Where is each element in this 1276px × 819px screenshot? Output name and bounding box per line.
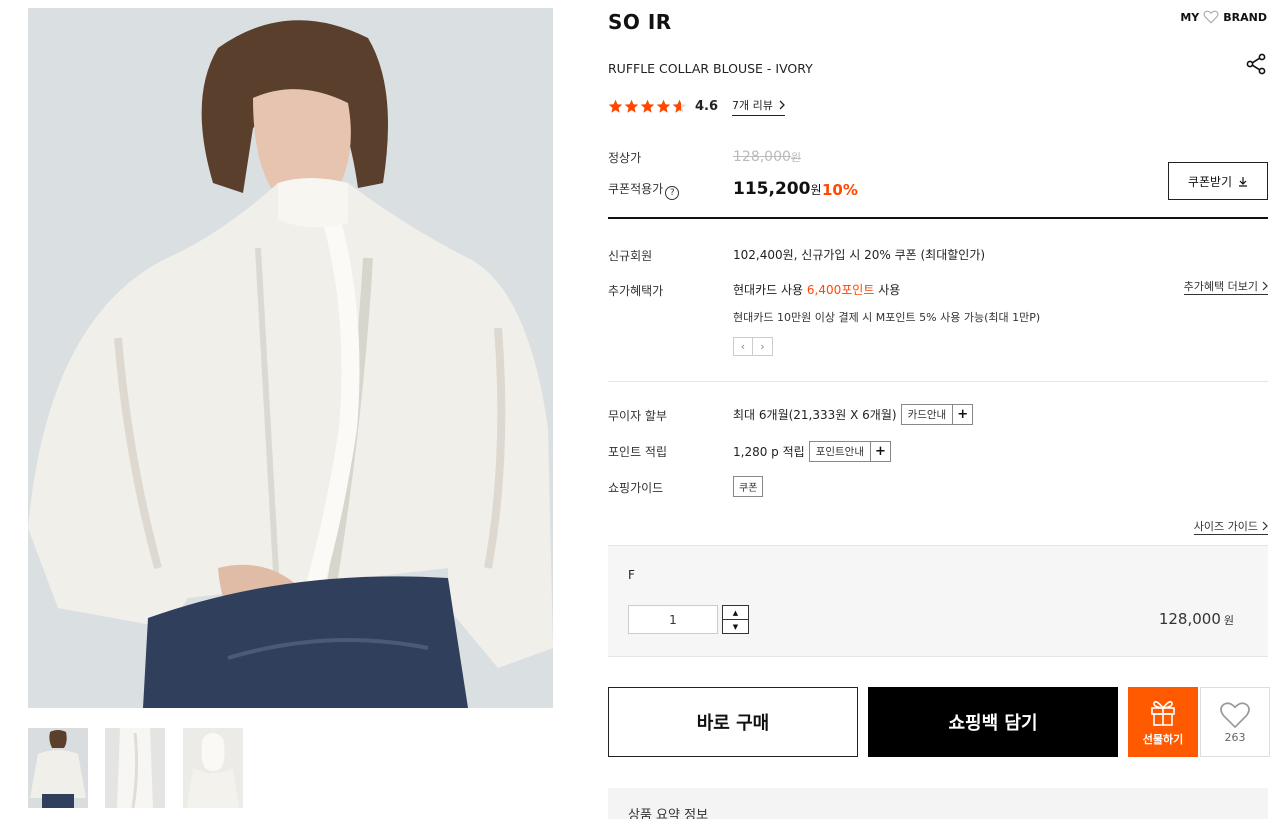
coupon-price-label: 쿠폰적용가? [608,180,680,200]
point-value: 1,280 p 적립 [733,445,805,459]
point-label: 포인트 적립 [608,445,668,459]
review-link-label: 7개 리뷰 [732,99,773,112]
extra-benefit-label: 추가혜택가 [608,284,664,298]
coupon-tag[interactable]: 쿠폰 [733,476,764,497]
benefit-divider [608,381,1268,382]
heart-icon [1203,10,1219,24]
card-guide-label: 카드안내 [907,409,947,421]
installment-row: 최대 6개월(21,333원 X 6개월) 카드안내 + [733,404,974,425]
gift-label: 선물하기 [1142,733,1184,746]
point-guide-label: 포인트안내 [815,446,864,458]
brand-name[interactable]: SO IR [608,10,672,34]
chevron-right-icon [1262,281,1268,291]
gift-button[interactable]: 선물하기 [1128,687,1198,757]
buy-now-button[interactable]: 바로 구매 [608,687,858,757]
star-icon [608,99,623,113]
point-guide-button[interactable]: 포인트안내 + [808,441,891,462]
new-member-label: 신규회원 [608,249,653,263]
benefit-pager: ‹ › [733,337,773,356]
rating-row: 4.6 7개 리뷰 [608,97,785,116]
next-arrow-button[interactable]: › [753,337,773,356]
add-to-cart-button[interactable]: 쇼핑백 담기 [868,687,1118,757]
brand-label: BRAND [1223,10,1267,24]
star-rating [608,99,687,114]
option-size: F [628,568,635,582]
size-guide-link[interactable]: 사이즈 가이드 [1193,518,1268,535]
chevron-right-icon [1262,521,1268,531]
regular-price-value: 128,000 [733,149,791,165]
discount-rate: 10% [822,181,858,199]
option-price-value: 128,000 [1158,610,1221,628]
extra-benefit-point: 6,400포인트 [806,283,875,297]
gift-icon [1151,701,1175,726]
thumbnail-3[interactable] [183,728,243,808]
coupon-download-label: 쿠폰받기 [1187,174,1233,189]
thumbnail-2[interactable] [105,728,165,808]
extra-benefit-pre: 현대카드 사용 [733,283,804,297]
product-name: RUFFLE COLLAR BLOUSE - IVORY [608,61,813,76]
extra-benefit-value: 현대카드 사용 6,400포인트 사용 [733,281,900,298]
price-divider [608,217,1268,219]
extra-benefit-post: 사용 [878,283,901,297]
share-icon[interactable] [1245,53,1267,75]
regular-price-label: 정상가 [608,151,642,165]
rating-value: 4.6 [695,99,719,114]
like-count: 263 [1224,730,1246,744]
coupon-price-label-text: 쿠폰적용가 [608,182,664,196]
quantity-up-button[interactable]: ▲ [723,606,748,619]
help-icon[interactable]: ? [665,186,680,200]
chevron-right-icon [779,100,785,110]
star-icon [624,99,639,113]
option-box [608,545,1268,657]
shopping-guide-label: 쇼핑가이드 [608,481,664,495]
my-label: MY [1180,10,1200,24]
regular-price-unit: 원 [790,151,802,164]
quantity-input[interactable] [628,605,718,634]
thumbnail-1[interactable] [28,728,88,808]
installment-label: 무이자 할부 [608,409,668,423]
extra-benefit-detail: 현대카드 10만원 이상 결제 시 M포인트 5% 사용 가능(최대 1만P) [733,311,1041,324]
installment-value: 최대 6개월(21,333원 X 6개월) [733,408,897,422]
heart-icon [1220,701,1250,728]
my-brand-link[interactable]: MY BRAND [1180,10,1267,24]
summary-title: 상품 요약 정보 [628,808,709,819]
star-icon [656,99,671,113]
like-button[interactable]: 263 [1200,687,1270,757]
review-link[interactable]: 7개 리뷰 [732,97,785,116]
main-product-image [28,8,553,708]
coupon-price-value: 115,200 [733,179,811,199]
plus-icon: + [952,405,972,424]
point-row: 1,280 p 적립 포인트안내 + [733,441,891,462]
new-member-value: 102,400원, 신규가입 시 20% 쿠폰 (최대할인가) [733,248,986,262]
more-benefit-label: 추가혜택 더보기 [1183,280,1258,293]
size-guide-label: 사이즈 가이드 [1193,520,1258,533]
more-benefit-link[interactable]: 추가혜택 더보기 [1183,278,1268,295]
download-icon [1239,176,1248,187]
coupon-price-unit: 원 [810,183,822,197]
plus-icon: + [870,442,890,461]
coupon-price: 115,200원 [733,179,821,199]
quantity-down-button[interactable]: ▼ [723,619,748,633]
half-star-icon [672,99,687,113]
quantity-stepper[interactable]: ▲ ▼ [722,605,749,634]
prev-arrow-button[interactable]: ‹ [733,337,753,356]
option-price-unit: 원 [1223,614,1234,627]
coupon-download-button[interactable]: 쿠폰받기 [1168,162,1268,200]
card-guide-button[interactable]: 카드안내 + [900,404,974,425]
regular-price: 128,000원 [733,149,801,165]
star-icon [640,99,655,113]
option-price: 128,000 원 [1159,610,1234,628]
